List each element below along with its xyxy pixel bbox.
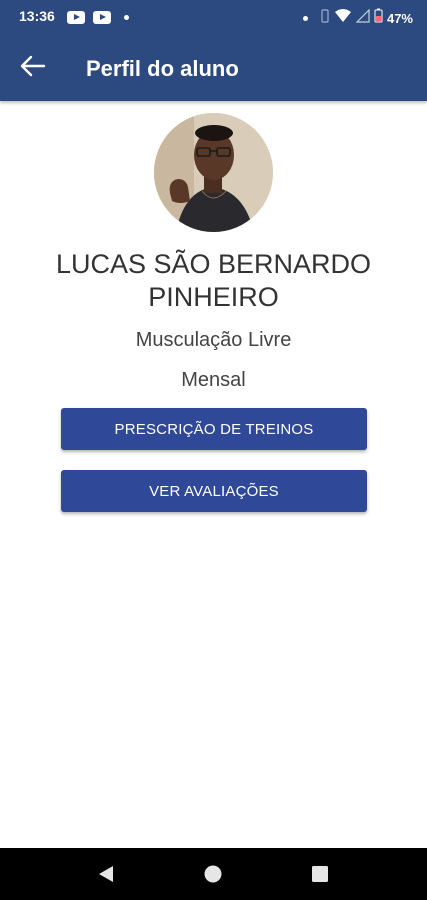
- notification-dot-icon: [302, 15, 308, 21]
- notification-dot-icon: [124, 15, 129, 20]
- wifi-icon: [334, 8, 352, 28]
- arrow-left-icon: [18, 54, 46, 83]
- battery-icon: [374, 8, 383, 28]
- vibrate-icon: [320, 8, 330, 28]
- youtube-icon: [93, 11, 111, 24]
- system-navigation-bar: [0, 848, 427, 900]
- signal-icon: [355, 8, 370, 28]
- app-bar: Perfil do aluno: [0, 35, 427, 101]
- student-name: LUCAS SÃO BERNARDO PINHEIRO: [55, 249, 372, 312]
- status-bar: 13:36 47%: [0, 0, 427, 35]
- prescription-button[interactable]: PRESCRIÇÃO DE TREINOS: [61, 408, 367, 450]
- status-icons: 47%: [302, 8, 413, 28]
- back-button[interactable]: [14, 52, 50, 84]
- modality-text: Musculação Livre: [135, 329, 292, 351]
- back-triangle-icon[interactable]: [96, 864, 118, 884]
- page-title: Perfil do aluno: [86, 56, 239, 81]
- plan-text: Mensal: [181, 369, 246, 391]
- home-circle-icon[interactable]: [203, 864, 225, 884]
- youtube-icon: [67, 11, 85, 24]
- status-time: 13:36: [19, 8, 55, 24]
- view-evaluations-button[interactable]: VER AVALIAÇÕES: [61, 470, 367, 512]
- student-avatar: [154, 113, 273, 232]
- battery-percentage: 47%: [386, 10, 413, 26]
- recents-square-icon[interactable]: [310, 864, 332, 884]
